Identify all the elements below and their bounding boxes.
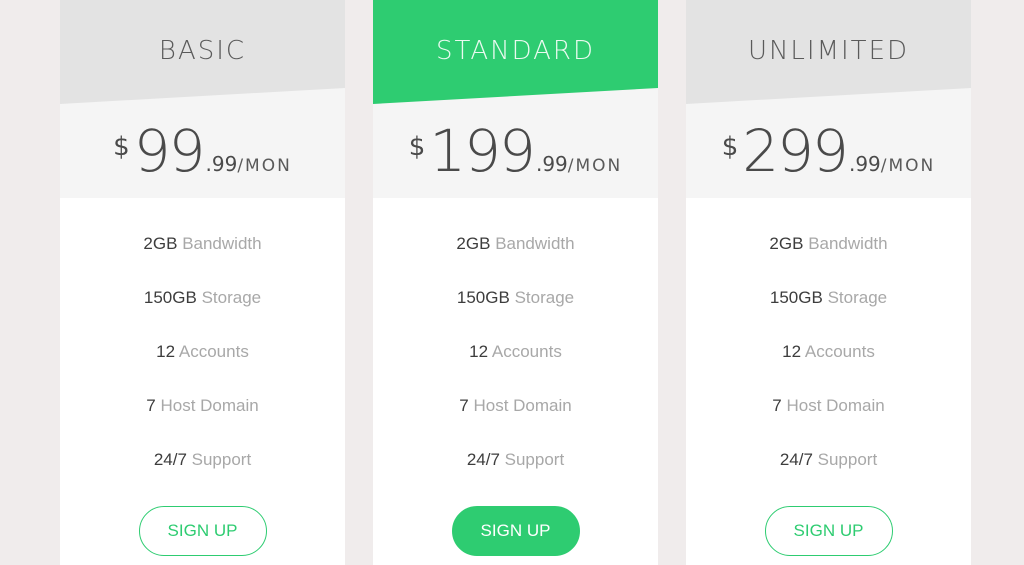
price-amount: 99: [133, 117, 206, 185]
plan-price: $99.99/MON: [60, 118, 345, 184]
feature-label: Storage: [514, 288, 575, 307]
feature-label: Host Domain: [160, 396, 259, 415]
feature-label: Accounts: [804, 342, 875, 361]
pricing-card-unlimited: UNLIMITED $299.99/MON 2GB Bandwidth 150G…: [686, 0, 971, 565]
feature-label: Storage: [827, 288, 888, 307]
sign-up-button-unlimited[interactable]: SIGN UP: [764, 506, 893, 556]
feature-item: 12 Accounts: [686, 333, 971, 387]
currency-symbol: $: [113, 132, 130, 162]
plan-name: UNLIMITED: [747, 36, 910, 66]
feature-qty: 2GB: [143, 234, 178, 253]
currency-symbol: $: [721, 132, 739, 162]
feature-item: 12 Accounts: [373, 333, 658, 387]
feature-item: 150GB Storage: [60, 279, 345, 333]
feature-qty: 24/7: [153, 450, 187, 469]
feature-label: Storage: [201, 288, 262, 307]
feature-label: Bandwidth: [808, 234, 888, 253]
feature-qty: 12: [782, 342, 802, 361]
feature-qty: 12: [469, 342, 489, 361]
feature-qty: 24/7: [779, 450, 813, 469]
feature-label: Support: [504, 450, 565, 469]
feature-qty: 24/7: [466, 450, 500, 469]
feature-label: Host Domain: [473, 396, 572, 415]
feature-list: 2GB Bandwidth 150GB Storage 12 Accounts …: [686, 225, 971, 495]
feature-qty: 2GB: [769, 234, 804, 253]
feature-item: 150GB Storage: [373, 279, 658, 333]
plan-name: BASIC: [158, 36, 247, 66]
pricing-card-basic: BASIC $99.99/MON 2GB Bandwidth 150GB Sto…: [60, 0, 345, 565]
sign-up-button-basic[interactable]: SIGN UP: [138, 506, 267, 556]
currency-symbol: $: [408, 132, 426, 162]
feature-qty: 2GB: [456, 234, 491, 253]
feature-item: 2GB Bandwidth: [686, 225, 971, 279]
sign-up-button-standard[interactable]: SIGN UP: [451, 506, 580, 556]
feature-label: Bandwidth: [495, 234, 575, 253]
price-cents: .99: [205, 152, 238, 176]
feature-qty: 12: [156, 342, 176, 361]
feature-qty: 150GB: [143, 288, 197, 307]
feature-item: 7 Host Domain: [686, 387, 971, 441]
pricing-card-standard: STANDARD $199.99/MON 2GB Bandwidth 150GB…: [373, 0, 658, 565]
feature-qty: 150GB: [769, 288, 823, 307]
feature-label: Accounts: [178, 342, 249, 361]
price-amount: 299: [742, 117, 849, 185]
feature-label: Host Domain: [786, 396, 885, 415]
feature-label: Support: [191, 450, 252, 469]
feature-qty: 7: [146, 396, 156, 415]
feature-qty: 7: [772, 396, 782, 415]
feature-label: Accounts: [491, 342, 562, 361]
feature-label: Bandwidth: [182, 234, 262, 253]
feature-list: 2GB Bandwidth 150GB Storage 12 Accounts …: [60, 225, 345, 495]
price-period: /MON: [237, 156, 292, 176]
feature-item: 24/7 Support: [373, 441, 658, 495]
plan-name: STANDARD: [435, 36, 596, 66]
feature-qty: 150GB: [456, 288, 510, 307]
price-amount: 199: [429, 117, 536, 185]
feature-list: 2GB Bandwidth 150GB Storage 12 Accounts …: [373, 225, 658, 495]
feature-item: 24/7 Support: [60, 441, 345, 495]
feature-label: Support: [817, 450, 878, 469]
feature-item: 7 Host Domain: [60, 387, 345, 441]
price-period: /MON: [567, 156, 623, 176]
feature-item: 12 Accounts: [60, 333, 345, 387]
price-cents: .99: [535, 152, 568, 176]
price-period: /MON: [880, 156, 936, 176]
feature-qty: 7: [459, 396, 469, 415]
feature-item: 7 Host Domain: [373, 387, 658, 441]
plan-price: $199.99/MON: [373, 118, 658, 184]
price-cents: .99: [848, 152, 881, 176]
feature-item: 150GB Storage: [686, 279, 971, 333]
plan-price: $299.99/MON: [686, 118, 971, 184]
feature-item: 2GB Bandwidth: [373, 225, 658, 279]
feature-item: 24/7 Support: [686, 441, 971, 495]
feature-item: 2GB Bandwidth: [60, 225, 345, 279]
